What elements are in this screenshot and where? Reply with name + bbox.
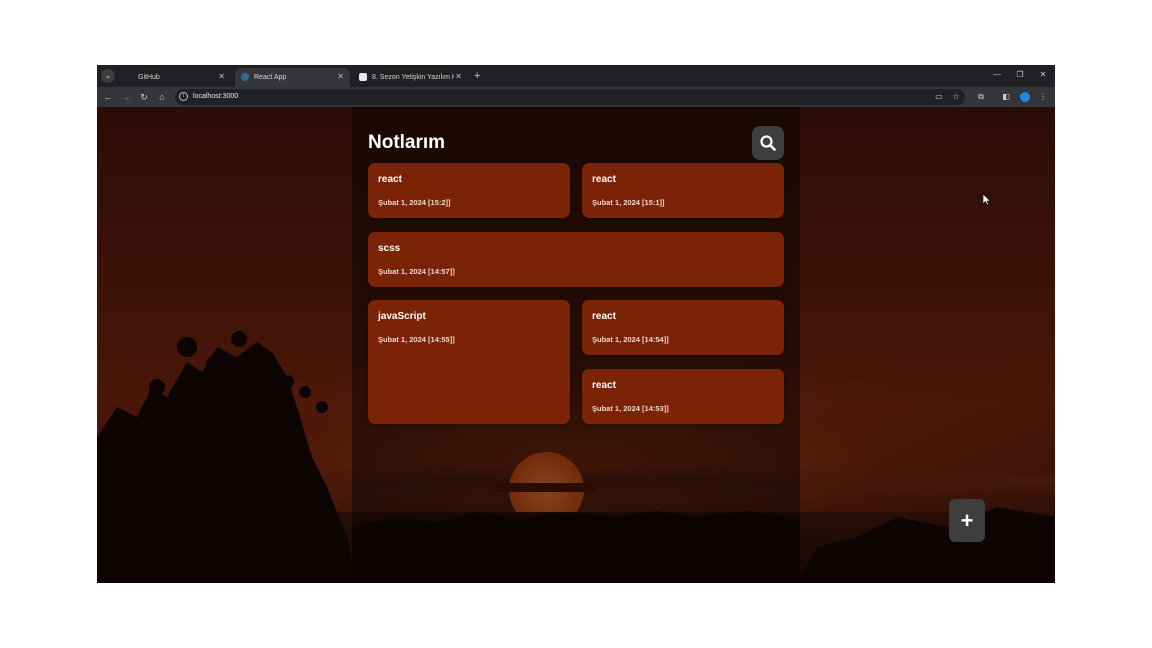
forward-icon[interactable]: →	[119, 90, 133, 104]
close-window-button[interactable]: ✕	[1036, 69, 1050, 81]
reload-icon[interactable]: ↻	[137, 90, 151, 104]
tab-github[interactable]: GitHub ✕	[119, 68, 231, 87]
note-card[interactable]: javaScript Şubat 1, 2024 [14:55]]	[368, 300, 570, 424]
note-title: react	[592, 380, 616, 391]
page-favicon-icon	[359, 73, 367, 81]
address-bar[interactable]: i localhost:3000	[175, 89, 965, 105]
minimize-button[interactable]: —	[990, 69, 1004, 81]
note-date: Şubat 1, 2024 [14:53]]	[592, 404, 669, 413]
note-title: react	[592, 311, 616, 322]
bookmark-star-icon[interactable]: ☆	[949, 90, 963, 104]
address-text[interactable]: localhost:3000	[193, 92, 238, 102]
note-title: react	[378, 174, 402, 185]
new-tab-button[interactable]: +	[474, 69, 480, 83]
note-title: react	[592, 174, 616, 185]
back-icon[interactable]: ←	[101, 90, 115, 104]
page-title: Notlarım	[368, 132, 446, 153]
site-info-icon[interactable]: i	[179, 92, 188, 101]
note-date: Şubat 1, 2024 [15:1]]	[592, 198, 665, 207]
search-icon	[760, 135, 776, 151]
github-favicon-icon	[125, 73, 133, 81]
side-panel-icon[interactable]: ◧	[999, 90, 1013, 104]
tab-close-icon[interactable]: ✕	[455, 72, 462, 82]
home-icon[interactable]: ⌂	[155, 90, 169, 104]
tab-react-app[interactable]: React App ✕	[235, 68, 350, 87]
tab-sezon[interactable]: 8. Sezon Yetişkin Yazılım Haftal ✕	[353, 68, 468, 87]
note-card[interactable]: react Şubat 1, 2024 [15:2]]	[368, 163, 570, 218]
page-viewport: Notlarım react Şubat 1, 2024 [15:2]] rea…	[97, 107, 1055, 583]
profile-avatar-icon[interactable]	[1020, 92, 1030, 102]
cast-icon[interactable]: ▭	[932, 90, 946, 104]
browser-toolbar: ← → ↻ ⌂ i localhost:3000 ▭ ☆ ⧉ ◧ ⋮	[97, 87, 1055, 107]
search-button[interactable]	[752, 126, 784, 160]
note-date: Şubat 1, 2024 [14:55]]	[378, 335, 455, 344]
tab-label: React App	[254, 74, 287, 81]
note-date: Şubat 1, 2024 [14:54]]	[592, 335, 669, 344]
add-note-button[interactable]: +	[949, 499, 985, 542]
note-title: scss	[378, 243, 401, 254]
tab-search-chevron-icon[interactable]: ⌄	[101, 69, 115, 83]
menu-kebab-icon[interactable]: ⋮	[1036, 90, 1050, 104]
tab-label: GitHub	[138, 74, 160, 81]
tab-label: 8. Sezon Yetişkin Yazılım Haftal	[372, 74, 454, 81]
note-card[interactable]: react Şubat 1, 2024 [15:1]]	[582, 163, 784, 218]
note-card[interactable]: scss Şubat 1, 2024 [14:57]]	[368, 232, 784, 287]
restore-button[interactable]: ❐	[1013, 69, 1027, 81]
tab-strip: ⌄ GitHub ✕ React App ✕ 8. Sezon Yetişkin…	[97, 65, 1055, 87]
note-card[interactable]: react Şubat 1, 2024 [14:53]]	[582, 369, 784, 424]
note-date: Şubat 1, 2024 [14:57]]	[378, 267, 455, 276]
tab-close-icon[interactable]: ✕	[218, 72, 225, 82]
mouse-cursor-icon	[983, 194, 991, 206]
tab-close-icon[interactable]: ✕	[337, 72, 344, 82]
extensions-icon[interactable]: ⧉	[974, 90, 988, 104]
note-title: javaScript	[378, 311, 426, 322]
note-card[interactable]: react Şubat 1, 2024 [14:54]]	[582, 300, 784, 355]
react-favicon-icon	[241, 73, 249, 81]
note-date: Şubat 1, 2024 [15:2]]	[378, 198, 451, 207]
plus-icon: +	[960, 508, 974, 533]
browser-window: ⌄ GitHub ✕ React App ✕ 8. Sezon Yetişkin…	[97, 65, 1055, 583]
